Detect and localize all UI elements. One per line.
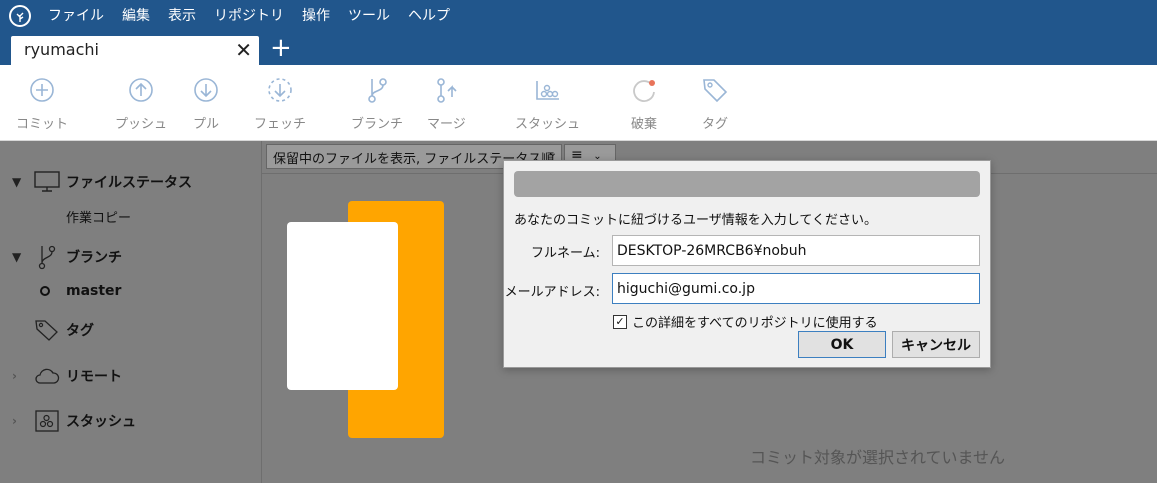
pull-icon xyxy=(194,78,218,102)
sidebar-item-label: スタッシュ xyxy=(66,414,136,430)
sourcetree-logo-icon xyxy=(9,5,31,27)
push-button[interactable]: プッシュ xyxy=(115,75,167,132)
sidebar-item-tags[interactable]: タグ xyxy=(34,319,94,341)
branch-label: ブランチ xyxy=(351,117,404,132)
global-settings-checkbox[interactable]: ✓ xyxy=(613,314,627,329)
empty-state-illustration-front xyxy=(287,222,398,390)
commit-label: コミット xyxy=(16,117,69,132)
ok-button[interactable]: OK xyxy=(798,331,886,358)
tab-title: ryumachi xyxy=(24,40,99,59)
sidebar-item-branches[interactable]: ▼ ブランチ xyxy=(12,244,122,270)
sidebar-item-remotes[interactable]: › リモート xyxy=(12,366,122,386)
tag-icon xyxy=(703,79,728,103)
push-icon xyxy=(129,78,153,102)
commit-button[interactable]: コミット xyxy=(16,75,68,132)
tab-repository[interactable]: ryumachi ✕ xyxy=(11,36,259,65)
stash-button[interactable]: スタッシュ xyxy=(515,75,580,132)
pull-label: プル xyxy=(192,117,219,132)
menu-help[interactable]: ヘルプ xyxy=(399,0,459,32)
dialog-prompt: あなたのコミットに紐づけるユーザ情報を入力してください。 xyxy=(514,213,877,228)
fullname-field[interactable] xyxy=(612,235,980,266)
chevron-right-icon[interactable]: › xyxy=(12,369,26,383)
global-settings-label: この詳細をすべてのリポジトリに使用する xyxy=(632,316,878,331)
tag-button[interactable]: タグ xyxy=(700,75,730,132)
fetch-icon xyxy=(268,78,292,102)
chevron-right-icon[interactable]: › xyxy=(12,414,26,428)
merge-label: マージ xyxy=(427,117,466,132)
monitor-icon xyxy=(34,171,60,193)
close-icon[interactable]: ✕ xyxy=(235,38,252,62)
chevron-down-icon: ⌄ xyxy=(548,148,557,159)
cancel-button[interactable]: キャンセル xyxy=(892,331,980,358)
current-branch-icon xyxy=(40,286,50,296)
tag-label: タグ xyxy=(701,117,728,132)
fetch-label: フェッチ xyxy=(254,117,307,132)
global-settings-checkbox-row[interactable]: ✓ この詳細をすべてのリポジトリに使用する xyxy=(613,312,878,331)
sidebar-item-label: ブランチ xyxy=(66,250,122,266)
menu-view[interactable]: 表示 xyxy=(159,0,205,32)
email-label: メールアドレス: xyxy=(504,285,600,300)
sidebar: ▼ ファイルステータス 作業コピー ▼ ブランチ master タグ › リモー… xyxy=(0,141,262,483)
stash-icon xyxy=(535,81,559,100)
sidebar-item-label: タグ xyxy=(66,323,94,339)
sidebar-item-file-status[interactable]: ▼ ファイルステータス xyxy=(12,171,192,193)
sidebar-item-label: ファイルステータス xyxy=(66,175,192,191)
merge-icon xyxy=(437,78,457,103)
discard-icon xyxy=(633,80,655,102)
discard-button[interactable]: 破棄 xyxy=(629,75,659,132)
sidebar-item-label: master xyxy=(66,283,122,299)
user-info-dialog: あなたのコミットに紐づけるユーザ情報を入力してください。 フルネーム: メールア… xyxy=(503,160,991,368)
tag-icon xyxy=(34,319,60,341)
fetch-button[interactable]: フェッチ xyxy=(254,75,306,132)
chevron-down-icon[interactable]: ▼ xyxy=(12,175,26,189)
empty-message: コミット対象が選択されていません xyxy=(750,448,1006,467)
fullname-label: フルネーム: xyxy=(531,246,600,261)
branch-button[interactable]: ブランチ xyxy=(351,75,403,132)
discard-label: 破棄 xyxy=(630,117,657,132)
push-label: プッシュ xyxy=(115,117,168,132)
menu-edit[interactable]: 編集 xyxy=(113,0,159,32)
merge-button[interactable]: マージ xyxy=(427,75,466,132)
sidebar-item-label: リモート xyxy=(66,369,122,385)
sidebar-item-master[interactable]: master xyxy=(40,283,121,299)
toolbar: コミット プッシュ プル フェッチ ブランチ マージ スタッシュ 破棄 タグ xyxy=(0,65,1157,141)
sidebar-item-stashes[interactable]: › スタッシュ xyxy=(12,410,136,432)
tab-strip: ryumachi ✕ + xyxy=(0,32,1157,65)
stash-label: スタッシュ xyxy=(515,117,581,132)
menu-file[interactable]: ファイル xyxy=(39,0,113,32)
dialog-titlebar[interactable] xyxy=(514,171,980,197)
sidebar-item-working-copy[interactable]: 作業コピー xyxy=(66,207,131,226)
menu-actions[interactable]: 操作 xyxy=(293,0,339,32)
add-tab-icon[interactable]: + xyxy=(270,34,292,62)
commit-icon xyxy=(30,78,54,102)
pull-button[interactable]: プル xyxy=(191,75,221,132)
email-field[interactable] xyxy=(612,273,980,304)
cloud-icon xyxy=(34,367,60,385)
menu-bar: ファイル 編集 表示 リポジトリ 操作 ツール ヘルプ xyxy=(0,0,1157,32)
stash-icon xyxy=(34,410,60,432)
chevron-down-icon[interactable]: ▼ xyxy=(12,250,26,264)
branch-icon xyxy=(368,78,387,103)
menu-tools[interactable]: ツール xyxy=(339,0,399,32)
branch-icon xyxy=(34,244,60,270)
menu-repository[interactable]: リポジトリ xyxy=(205,0,293,32)
